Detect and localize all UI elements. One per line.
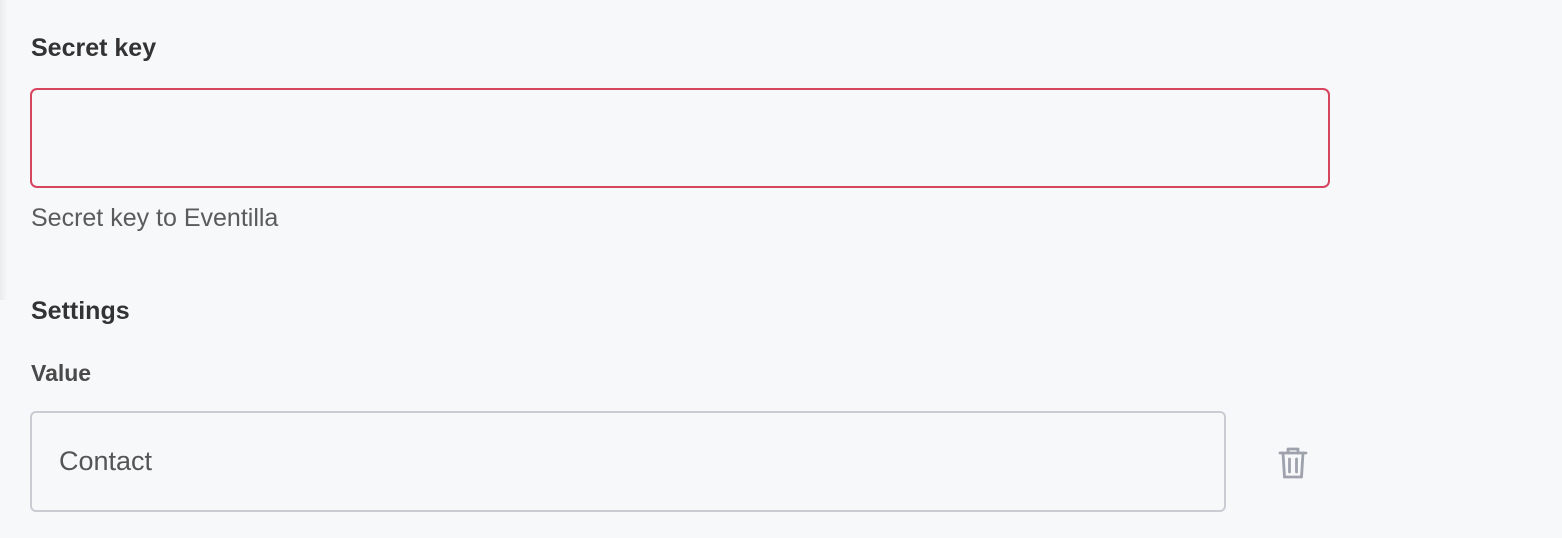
secret-key-label: Secret key [31, 34, 157, 62]
panel-edge-shadow [0, 0, 8, 300]
settings-heading: Settings [31, 297, 130, 325]
secret-key-input[interactable] [30, 88, 1330, 188]
delete-value-button[interactable] [1272, 442, 1314, 484]
value-label: Value [31, 360, 92, 386]
secret-key-help-text: Secret key to Eventilla [31, 204, 279, 232]
value-input[interactable] [30, 411, 1226, 512]
trash-icon [1277, 445, 1309, 481]
